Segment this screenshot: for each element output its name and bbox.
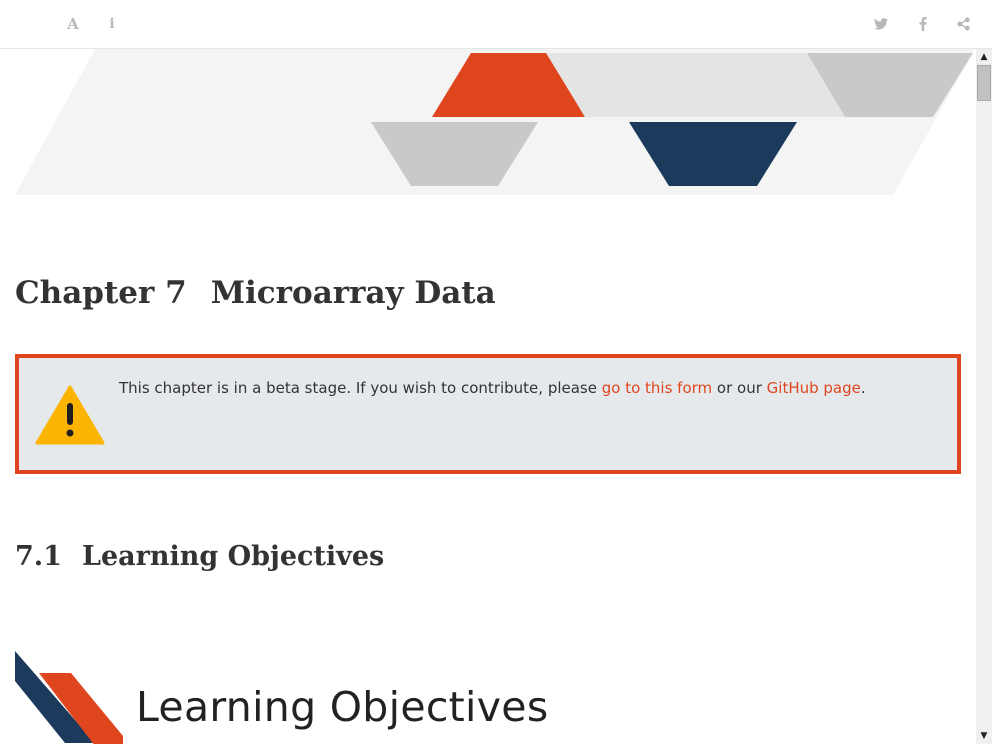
section-number: 7.1 (15, 541, 62, 572)
github-page-link[interactable]: GitHub page (767, 379, 861, 397)
warning-icon (35, 385, 105, 445)
share-icon (956, 17, 970, 31)
font-settings-button[interactable]: A (64, 13, 82, 35)
twitter-share-button[interactable] (873, 13, 889, 35)
section-title-text: Learning Objectives (81, 541, 385, 572)
section-title: 7.1 Learning Objectives (15, 541, 384, 572)
callout-message: This chapter is in a beta stage. If you … (119, 377, 939, 399)
share-button[interactable] (955, 13, 971, 35)
scroll-up-arrow-icon[interactable]: ▲ (976, 49, 992, 65)
learning-objectives-logo (15, 651, 123, 744)
vertical-scrollbar[interactable]: ▲ ▼ (976, 49, 992, 744)
contribute-form-link[interactable]: go to this form (602, 379, 712, 397)
info-button[interactable]: i (105, 13, 119, 35)
info-icon: i (109, 16, 115, 32)
chapter-title: Chapter 7 Microarray Data (15, 275, 496, 311)
font-size-icon: A (67, 15, 79, 33)
learning-objectives-banner-text: Learning Objectives (136, 683, 549, 731)
learning-objectives-banner: Learning Objectives (15, 651, 595, 744)
callout-text-after: . (860, 379, 866, 397)
book-content: Chapter 7 Microarray Data This chapter is… (0, 49, 976, 744)
facebook-share-button[interactable] (917, 13, 929, 35)
facebook-icon (919, 17, 927, 31)
top-toolbar: A i (0, 0, 992, 49)
beta-warning-callout: This chapter is in a beta stage. If you … (15, 354, 961, 474)
callout-text-before: This chapter is in a beta stage. If you … (119, 379, 602, 397)
twitter-icon (874, 18, 888, 30)
chapter-title-text: Microarray Data (210, 275, 496, 311)
scrollbar-thumb[interactable] (977, 65, 991, 101)
callout-text-middle: or our (712, 379, 767, 397)
scroll-down-arrow-icon[interactable]: ▼ (976, 728, 992, 744)
chapter-number: Chapter 7 (15, 275, 187, 311)
chapter-banner-graphic (15, 49, 975, 195)
